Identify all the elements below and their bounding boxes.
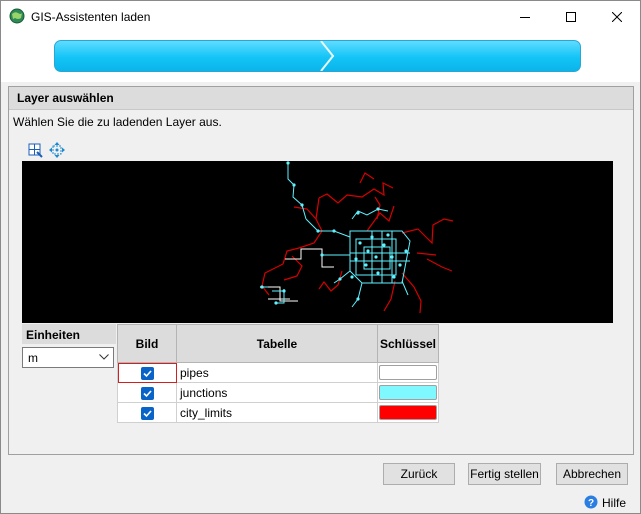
key-color-swatch[interactable] (379, 385, 437, 400)
wizard-progress-bar (54, 40, 581, 72)
layer-panel: Layer auswählen Wählen Sie die zu ladend… (8, 86, 634, 455)
minimize-button[interactable] (502, 1, 548, 32)
instruction-text: Wählen Sie die zu ladenden Layer aus. (13, 115, 222, 129)
layer-checkbox[interactable] (140, 366, 154, 380)
cancel-button[interactable]: Abbrechen (556, 463, 628, 485)
network-drawing (260, 161, 454, 314)
table-row[interactable]: city_limits (117, 402, 439, 423)
maximize-button[interactable] (548, 1, 594, 32)
key-color-cell[interactable] (377, 402, 439, 423)
help-link[interactable]: Hilfe (602, 496, 626, 510)
panel-title: Layer auswählen (17, 91, 114, 105)
layer-checkbox-cell[interactable] (117, 382, 177, 403)
checkmark-icon (142, 410, 152, 417)
minimize-icon (520, 16, 530, 18)
key-color-swatch[interactable] (379, 365, 437, 380)
column-header-key[interactable]: Schlüssel (377, 324, 439, 363)
finish-button[interactable]: Fertig stellen (468, 463, 541, 485)
help-icon[interactable]: ? (584, 495, 598, 509)
column-header-table[interactable]: Tabelle (176, 324, 378, 363)
units-select[interactable]: m (22, 347, 114, 368)
wizard-progress-area (1, 32, 640, 82)
checkmark-icon (142, 370, 152, 377)
column-header-image[interactable]: Bild (117, 324, 177, 363)
key-color-swatch[interactable] (379, 405, 437, 420)
maximize-icon (566, 11, 576, 22)
key-color-cell[interactable] (377, 382, 439, 403)
layer-preview-map[interactable] (22, 161, 613, 323)
back-button[interactable]: Zurück (383, 463, 455, 485)
layer-table: Bild Tabelle Schlüssel pipes junctions c… (117, 324, 439, 423)
layer-checkbox-cell[interactable] (117, 402, 177, 423)
layer-checkbox[interactable] (140, 406, 154, 420)
chevron-right-icon (320, 41, 335, 71)
layer-name: pipes (176, 362, 378, 383)
table-row[interactable]: junctions (117, 382, 439, 403)
checkmark-icon (142, 390, 152, 397)
layer-name: city_limits (176, 402, 378, 423)
app-icon (9, 8, 25, 24)
layer-checkbox-cell[interactable] (117, 362, 177, 383)
close-button[interactable] (594, 1, 640, 32)
units-value: m (28, 351, 38, 365)
zoom-extent-icon[interactable] (27, 142, 43, 158)
svg-text:?: ? (588, 498, 594, 509)
close-icon (612, 11, 622, 22)
title-bar: GIS-Assistenten laden (1, 1, 640, 32)
chevron-down-icon (99, 354, 109, 360)
dialog-window: GIS-Assistenten laden Layer auswählen Wä… (0, 0, 641, 514)
panel-header: Layer auswählen (9, 87, 633, 110)
key-color-cell[interactable] (377, 362, 439, 383)
layer-checkbox[interactable] (140, 386, 154, 400)
layer-name: junctions (176, 382, 378, 403)
pan-icon[interactable] (49, 142, 65, 158)
units-label: Einheiten (22, 324, 116, 344)
table-row[interactable]: pipes (117, 362, 439, 383)
window-title: GIS-Assistenten laden (31, 10, 151, 24)
